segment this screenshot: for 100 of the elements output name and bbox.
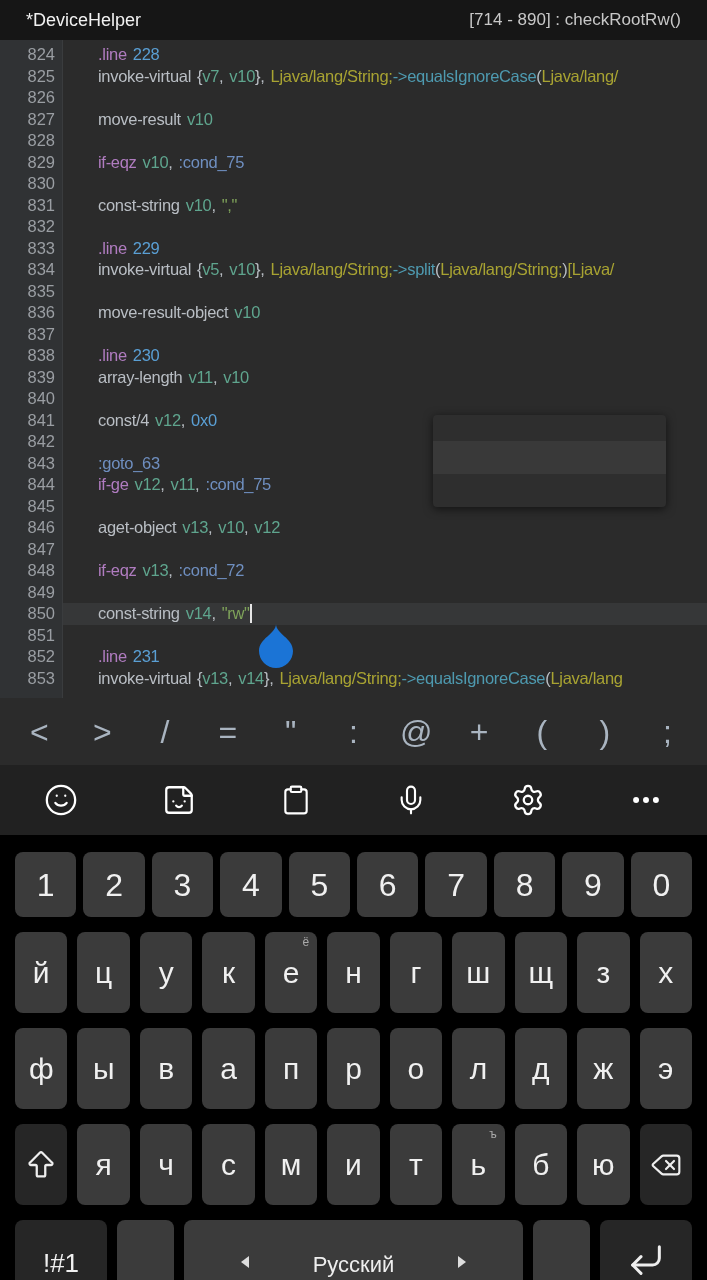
code-line: .line 231 [98,646,160,668]
line-number: 831 [27,194,55,216]
key[interactable]: и [327,1124,380,1205]
code-line: array-length v11, v10 [98,366,249,388]
key[interactable]: м [264,1124,318,1205]
key[interactable]: ц [77,932,130,1013]
code-line: const-string v14, "rw" [98,603,250,625]
code-line: if-ge v12, v11, :cond_75 [98,474,271,496]
code-line: :goto_63 [98,452,160,474]
key[interactable]: й [15,932,68,1013]
key[interactable]: щ [514,932,568,1013]
line-number: 852 [27,646,55,668]
key[interactable]: с [202,1124,255,1205]
key[interactable]: в [139,1028,193,1109]
key[interactable]: к [202,932,255,1013]
key[interactable]: д [514,1028,568,1109]
key[interactable]: н [327,932,380,1013]
number-key[interactable]: 3 [151,852,214,917]
key-hint: ъ [489,1128,497,1140]
symbol-key[interactable]: < [15,707,64,756]
line-number: 853 [27,667,55,689]
symbol-key[interactable]: ( [517,707,566,756]
line-number: 834 [27,259,55,281]
line-number: 843 [27,452,55,474]
key[interactable]: т [389,1124,443,1205]
symbols-key[interactable]: !#1 [15,1220,107,1280]
key[interactable]: о [389,1028,443,1109]
key[interactable]: ы [77,1028,130,1109]
key[interactable]: ш [452,932,505,1013]
symbol-key[interactable]: ; [643,707,692,756]
key[interactable]: г [389,932,443,1013]
right-arrow-icon [458,1256,467,1268]
line-number: 837 [27,323,55,345]
key[interactable]: ю [577,1124,630,1205]
symbol-key[interactable]: ) [580,707,629,756]
line-number: 847 [27,538,55,560]
key[interactable]: р [327,1028,380,1109]
cursor-handle[interactable] [259,624,293,668]
key[interactable]: а [202,1028,255,1109]
number-key[interactable]: 4 [220,852,282,917]
symbol-key[interactable]: @ [392,707,441,756]
line-number: 846 [27,517,55,539]
key[interactable]: б [514,1124,568,1205]
line-number: 826 [27,87,55,109]
number-key[interactable]: 1 [15,852,77,917]
left-arrow-icon [240,1256,249,1268]
key[interactable]: з [577,932,630,1013]
number-key[interactable]: 8 [493,852,556,917]
code-line: if-eqz v13, :cond_72 [98,560,245,582]
line-number: 827 [27,108,55,130]
code-line: aget-object v13, v10, v12 [98,517,281,539]
symbol-key[interactable]: = [203,707,252,756]
code-line: .line 229 [98,237,160,259]
key[interactable]: е ё [264,932,318,1013]
line-number: 835 [27,280,55,302]
line-number: 839 [27,366,55,388]
number-key[interactable]: 6 [357,852,419,917]
line-number: 850 [27,603,55,625]
number-key[interactable]: 9 [562,852,624,917]
code-line: const-string v10, "," [98,194,238,216]
key[interactable]: ж [577,1028,630,1109]
key-hint: ё [302,936,310,948]
line-number: 830 [27,173,55,195]
space-key[interactable]: Русский [184,1220,523,1280]
symbol-key[interactable]: " [266,707,315,756]
line-number: 842 [27,431,55,453]
number-key[interactable]: 7 [425,852,487,917]
line-number: 840 [27,388,55,410]
key[interactable]: п [264,1028,318,1109]
key[interactable]: э [639,1028,692,1109]
backspace-key[interactable] [639,1124,692,1205]
symbol-key[interactable]: > [78,707,127,756]
shift-key[interactable] [15,1124,68,1205]
enter-key[interactable] [600,1220,692,1280]
code-line: invoke-virtual {v7, v10}, Ljava/lang/String;->equalsIgnoreCase(Ljava/lang/ [98,65,619,87]
line-number: 844 [27,474,55,496]
code-line: move-result v10 [98,108,213,130]
key[interactable]: ф [15,1028,68,1109]
key[interactable]: ч [139,1124,193,1205]
line-number: 828 [27,130,55,152]
number-key[interactable]: 2 [83,852,145,917]
key[interactable]: л [452,1028,505,1109]
emoji-icon[interactable] [44,783,78,817]
symbol-key[interactable]: / [141,707,190,756]
line-number: 851 [27,624,55,646]
key[interactable]: ь ъ [452,1124,505,1205]
number-key[interactable]: 0 [630,852,693,917]
key[interactable]: я [77,1124,130,1205]
file-title: *DeviceHelper [26,8,142,32]
key[interactable]: у [139,932,193,1013]
key[interactable]: х [639,932,692,1013]
line-number: 841 [27,409,55,431]
code-line: const/4 v12, 0x0 [98,409,217,431]
language-label: Русский [312,1251,395,1279]
symbol-key[interactable]: : [329,707,378,756]
text-cursor [249,604,252,624]
number-key[interactable]: 5 [288,852,351,917]
line-number: 836 [27,302,55,324]
line-number: 832 [27,216,55,238]
symbol-key[interactable]: + [455,707,504,756]
